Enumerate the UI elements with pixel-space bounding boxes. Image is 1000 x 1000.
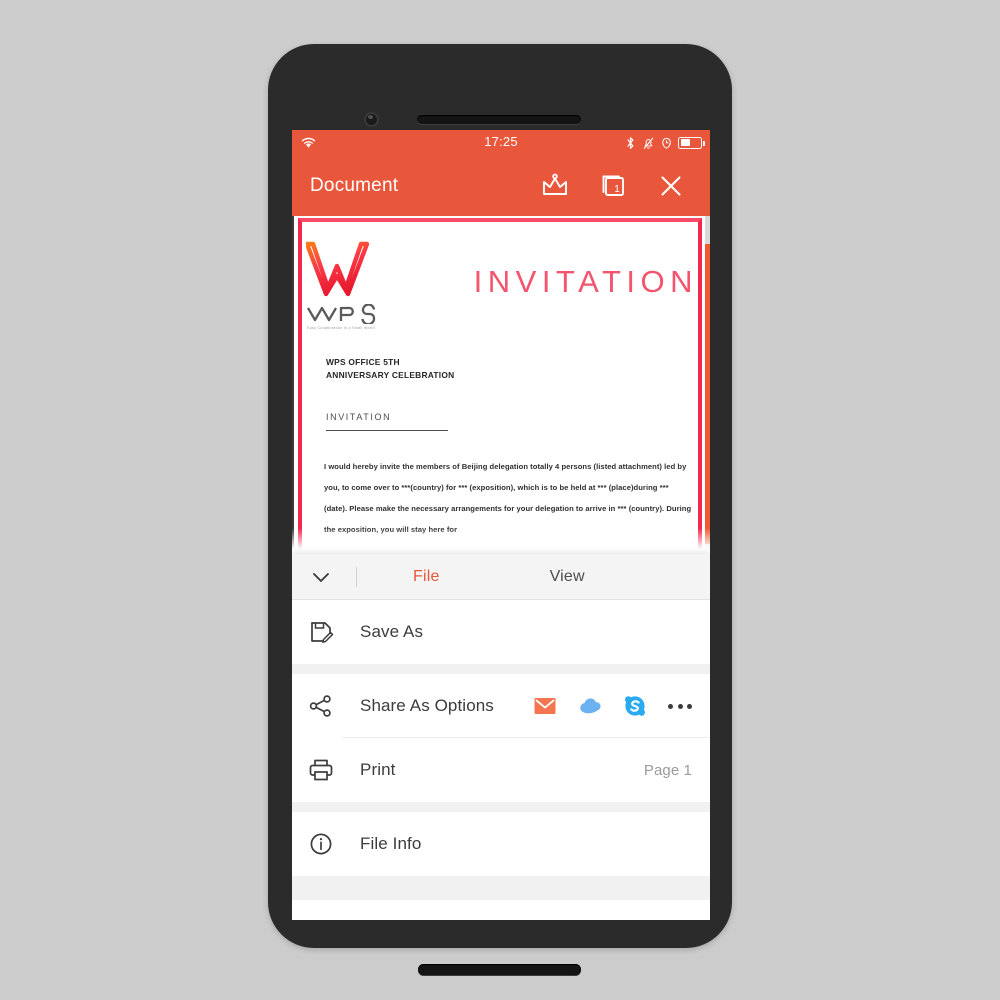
bottom-sheet-panel: File View Save As Share As Options Print… xyxy=(292,554,710,920)
save-as-icon xyxy=(311,622,334,643)
menu-group-share-print: Share As Options Print Page 1 xyxy=(292,674,710,802)
more-dot xyxy=(677,703,683,709)
menu-label-print: Print xyxy=(360,760,396,779)
sheet-header: File View xyxy=(292,554,710,600)
more-dot xyxy=(668,703,673,709)
document-viewport[interactable]: Easy Collaboration in a Small World INVI… xyxy=(292,216,710,554)
document-heading: WPS OFFICE 5TH ANNIVERSARY CELEBRATION xyxy=(326,356,454,381)
bottom-speaker-grille xyxy=(418,964,581,975)
menu-group-divider xyxy=(292,664,710,674)
document-rule xyxy=(326,430,448,431)
menu-label-share-as-options: Share As Options xyxy=(360,696,494,715)
menu-group-divider xyxy=(292,802,710,812)
bell-muted-icon xyxy=(643,137,654,149)
print-page-value-wrap: Page 1 xyxy=(644,762,692,779)
printer-icon xyxy=(309,759,333,781)
header-divider xyxy=(356,566,357,587)
menu-row-save-as[interactable]: Save As xyxy=(292,600,710,664)
close-icon[interactable] xyxy=(656,171,686,201)
email-icon[interactable] xyxy=(533,694,557,718)
tab-view[interactable]: View xyxy=(550,568,585,586)
document-page: Easy Collaboration in a Small World INVI… xyxy=(294,216,706,554)
wps-logo-mark xyxy=(306,241,370,297)
page-title: Document xyxy=(310,175,399,196)
tab-file[interactable]: File xyxy=(413,568,440,586)
phone-device-frame: 17:25 Document 1 Easy Collaboration in a… xyxy=(268,44,732,975)
bluetooth-icon xyxy=(627,136,634,149)
battery-icon xyxy=(678,136,705,149)
share-targets xyxy=(533,694,692,718)
battery-level xyxy=(680,139,690,146)
document-subheading: INVITATION xyxy=(326,412,392,422)
invitation-title: INVITATION xyxy=(473,264,698,299)
menu-row-file-info[interactable]: File Info xyxy=(292,812,710,876)
scrollbar-track[interactable] xyxy=(705,216,710,554)
document-heading-line2: ANNIVERSARY CELEBRATION xyxy=(326,369,455,380)
tab-count-badge: 1 xyxy=(614,184,620,195)
earpiece-speaker xyxy=(417,115,581,124)
status-icons xyxy=(624,134,705,151)
more-options-icon[interactable] xyxy=(668,703,692,709)
app-toolbar: Document 1 xyxy=(292,156,710,216)
share-nodes-icon xyxy=(309,695,331,717)
menu-row-print[interactable]: Print Page 1 xyxy=(292,738,710,802)
document-heading-line1: WPS OFFICE 5TH xyxy=(326,357,400,367)
menu-label-save-as: Save As xyxy=(360,622,424,641)
status-bar: 17:25 xyxy=(292,130,710,156)
wps-logo-tagline: Easy Collaboration in a Small World xyxy=(307,326,375,330)
scrollbar-thumb[interactable] xyxy=(705,244,710,544)
front-camera xyxy=(364,112,379,127)
alarm-clock-icon xyxy=(662,137,671,149)
crown-icon[interactable] xyxy=(540,171,570,201)
print-page-value: Page 1 xyxy=(643,761,692,779)
menu-row-share-as-options[interactable]: Share As Options xyxy=(292,674,710,738)
skype-icon[interactable] xyxy=(623,694,647,718)
menu-group-file-info: File Info xyxy=(292,812,710,876)
wps-logo: Easy Collaboration in a Small World xyxy=(302,238,384,330)
document-tabs-icon[interactable]: 1 xyxy=(598,171,628,201)
cloud-icon[interactable] xyxy=(578,694,602,718)
menu-group-save: Save As xyxy=(292,600,710,664)
menu-label-file-info: File Info xyxy=(360,834,422,853)
toolbar-actions: 1 xyxy=(540,171,686,201)
info-circle-icon xyxy=(310,833,332,855)
phone-screen: 17:25 Document 1 Easy Collaboration in a… xyxy=(292,130,710,920)
chevron-down-icon[interactable] xyxy=(308,564,334,590)
wps-logo-wordmark xyxy=(307,304,376,324)
document-fade-overlay xyxy=(292,528,710,554)
sheet-bottom-gap xyxy=(292,876,710,900)
more-dot xyxy=(687,703,692,709)
